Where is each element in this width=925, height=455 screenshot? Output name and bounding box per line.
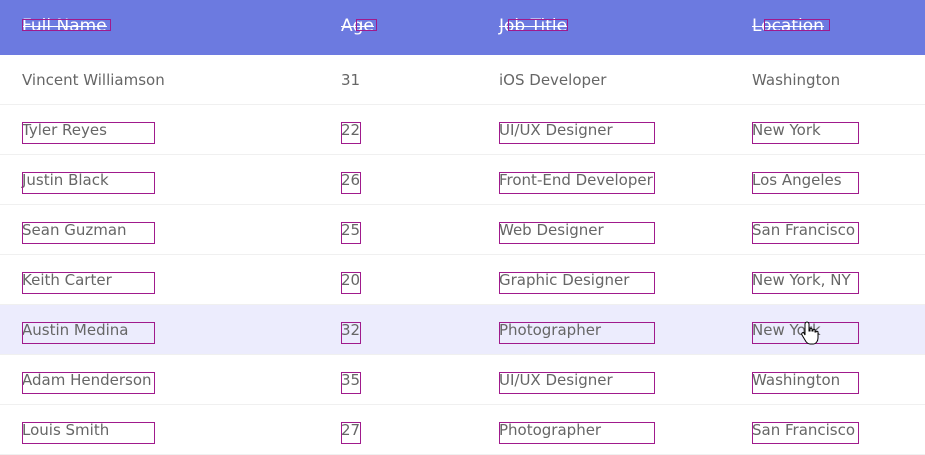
annotation-box <box>341 372 361 394</box>
annotation-box <box>22 122 155 144</box>
annotation-box <box>764 19 830 31</box>
table-row[interactable]: Tyler Reyes 22 UI/UX Designer New York <box>0 105 925 155</box>
annotation-box <box>752 122 859 144</box>
annotation-box <box>22 222 155 244</box>
annotation-box <box>341 172 361 194</box>
annotation-box <box>508 19 568 31</box>
table-row[interactable]: Sean Guzman 25 Web Designer San Francisco <box>0 205 925 255</box>
annotation-box <box>499 422 655 444</box>
table-row[interactable]: Louis Smith 27 Photographer San Francisco <box>0 405 925 455</box>
annotation-box <box>22 272 155 294</box>
table-row[interactable]: Keith Carter 20 Graphic Designer New York, … <box>0 255 925 305</box>
annotation-box <box>499 222 655 244</box>
annotation-box <box>752 422 859 444</box>
annotation-box <box>341 122 361 144</box>
cell-location: Washington <box>752 71 841 89</box>
annotation-box <box>22 372 155 394</box>
annotation-box <box>752 372 859 394</box>
annotation-box <box>341 422 361 444</box>
annotation-box <box>22 19 111 31</box>
annotation-box <box>22 422 155 444</box>
table-row[interactable]: Vincent Williamson 31 iOS Developer Washing… <box>0 55 925 105</box>
annotation-box <box>22 322 155 344</box>
table-row[interactable]: Adam Henderson 35 UI/UX Designer Washington <box>0 355 925 405</box>
annotation-box <box>499 122 655 144</box>
annotation-box <box>499 372 655 394</box>
annotation-box <box>499 272 655 294</box>
hand-pointer-icon <box>801 321 819 345</box>
annotation-box <box>499 322 655 344</box>
annotation-box <box>341 322 361 344</box>
annotation-box <box>341 272 361 294</box>
table-row[interactable]: Austin Medina 32 Photographer New York <box>0 305 925 355</box>
cell-age: 31 <box>341 71 361 89</box>
annotation-box <box>356 19 377 31</box>
annotation-box <box>752 172 859 194</box>
annotation-box <box>499 172 655 194</box>
annotation-box <box>752 222 859 244</box>
annotation-box <box>341 222 361 244</box>
cell-full-name: Vincent Williamson <box>22 71 165 89</box>
table-header: Full Name Age Job Title Location <box>0 0 925 55</box>
cell-job-title: iOS Developer <box>499 71 607 89</box>
annotation-box <box>752 272 859 294</box>
annotation-box <box>22 172 155 194</box>
table-row[interactable]: Justin Black 26 Front-End Developer Los Ang… <box>0 155 925 205</box>
